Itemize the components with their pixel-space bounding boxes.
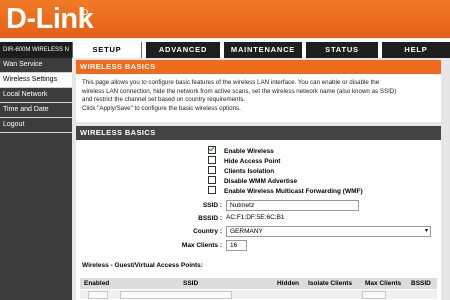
main-content: WIRELESS BASICS This page allows you to … [73, 58, 444, 300]
checkbox-label: Hide Access Point [224, 158, 281, 165]
tab-maintenance[interactable]: MAINTENANCE [222, 42, 302, 58]
column-hidden: Hidden [277, 280, 300, 287]
intro-line: This page allows you to configure basic … [82, 79, 380, 86]
intro-panel: WIRELESS BASICS This page allows you to … [76, 60, 441, 122]
column-enabled: Enabled [84, 280, 110, 287]
clients-isolation-checkbox[interactable] [208, 166, 216, 174]
enable-wireless-row: Enable Wireless [208, 146, 274, 155]
sidebar-item-time-and-date[interactable]: Time and Date [0, 103, 72, 118]
clients-isolation-row: Clients Isolation [208, 166, 274, 175]
guest-table-header: Enabled SSID Hidden Isolate Clients Max … [80, 278, 437, 289]
disable-wmm-checkbox[interactable] [208, 176, 216, 184]
checkbox-label: Disable WMM Advertise [224, 178, 298, 185]
guest-max-clients-cell[interactable] [362, 291, 386, 299]
tab-advanced[interactable]: ADVANCED [144, 42, 220, 58]
header-bar: D-Link [0, 0, 450, 45]
intro-description: This page allows you to configure basic … [76, 74, 441, 113]
logo-registered-mark [82, 9, 88, 15]
dlink-logo: D-Link [6, 3, 94, 35]
sidebar-item-wan-service[interactable]: Wan Service [0, 58, 72, 73]
settings-title: WIRELESS BASICS [76, 126, 441, 140]
checkbox-label: Enable Wireless Multicast Forwarding (WM… [224, 188, 363, 195]
max-clients-label: Max Clients : [181, 242, 222, 249]
intro-title: WIRELESS BASICS [76, 60, 441, 74]
checkbox-label: Clients Isolation [224, 168, 275, 175]
settings-panel: WIRELESS BASICS Enable Wireless Hide Acc… [76, 126, 441, 300]
chevron-down-icon: ▾ [424, 228, 428, 234]
column-ssid: SSID [183, 280, 199, 287]
intro-line: Click "Apply/Save" to configure the basi… [82, 104, 241, 112]
sidebar-item-local-network[interactable]: Local Network [0, 88, 72, 103]
column-max-clients: Max Clients [365, 280, 402, 287]
sidebar: Wan Service Wireless Settings Local Netw… [0, 58, 72, 300]
top-tabs: SETUP ADVANCED MAINTENANCE STATUS HELP [72, 42, 450, 58]
table-row [80, 290, 437, 299]
enable-wmf-row: Enable Wireless Multicast Forwarding (WM… [208, 186, 363, 195]
hide-access-point-checkbox[interactable] [208, 156, 216, 164]
tab-help[interactable]: HELP [380, 42, 450, 58]
hide-access-point-row: Hide Access Point [208, 156, 280, 165]
enable-wireless-checkbox[interactable] [208, 146, 216, 154]
tab-status[interactable]: STATUS [304, 42, 378, 58]
bssid-label: BSSID : [198, 215, 222, 222]
country-label: Country : [193, 228, 222, 235]
column-isolate-clients: Isolate Clients [308, 280, 353, 287]
column-bssid: BSSID [411, 280, 431, 287]
sidebar-item-logout[interactable]: Logout [0, 118, 72, 133]
country-value: GERMANY [230, 228, 263, 235]
guest-ap-title: Wireless - Guest/Virtual Access Points: [82, 262, 203, 269]
tab-setup[interactable]: SETUP [72, 42, 142, 58]
intro-line: and restrict the channel set based on co… [82, 96, 246, 103]
checkbox-label: Enable Wireless [224, 148, 274, 155]
sidebar-item-wireless-settings[interactable]: Wireless Settings [0, 73, 72, 88]
intro-line: wireless LAN connection, hide the networ… [82, 87, 397, 95]
disable-wmm-row: Disable WMM Advertise [208, 176, 297, 185]
bssid-value: AC:F1:DF:5E:6C:B1 [226, 214, 285, 221]
country-select[interactable]: GERMANY ▾ [226, 226, 431, 237]
model-label: DIR-600M WIRELESS N [0, 42, 72, 58]
max-clients-input[interactable]: 16 [226, 240, 247, 251]
ssid-input[interactable]: Nutmetz [226, 200, 359, 211]
enable-wmf-checkbox[interactable] [208, 186, 216, 194]
ssid-label: SSID : [202, 202, 222, 209]
guest-ssid-cell[interactable] [120, 291, 232, 299]
guest-enabled-cell[interactable] [88, 291, 108, 299]
